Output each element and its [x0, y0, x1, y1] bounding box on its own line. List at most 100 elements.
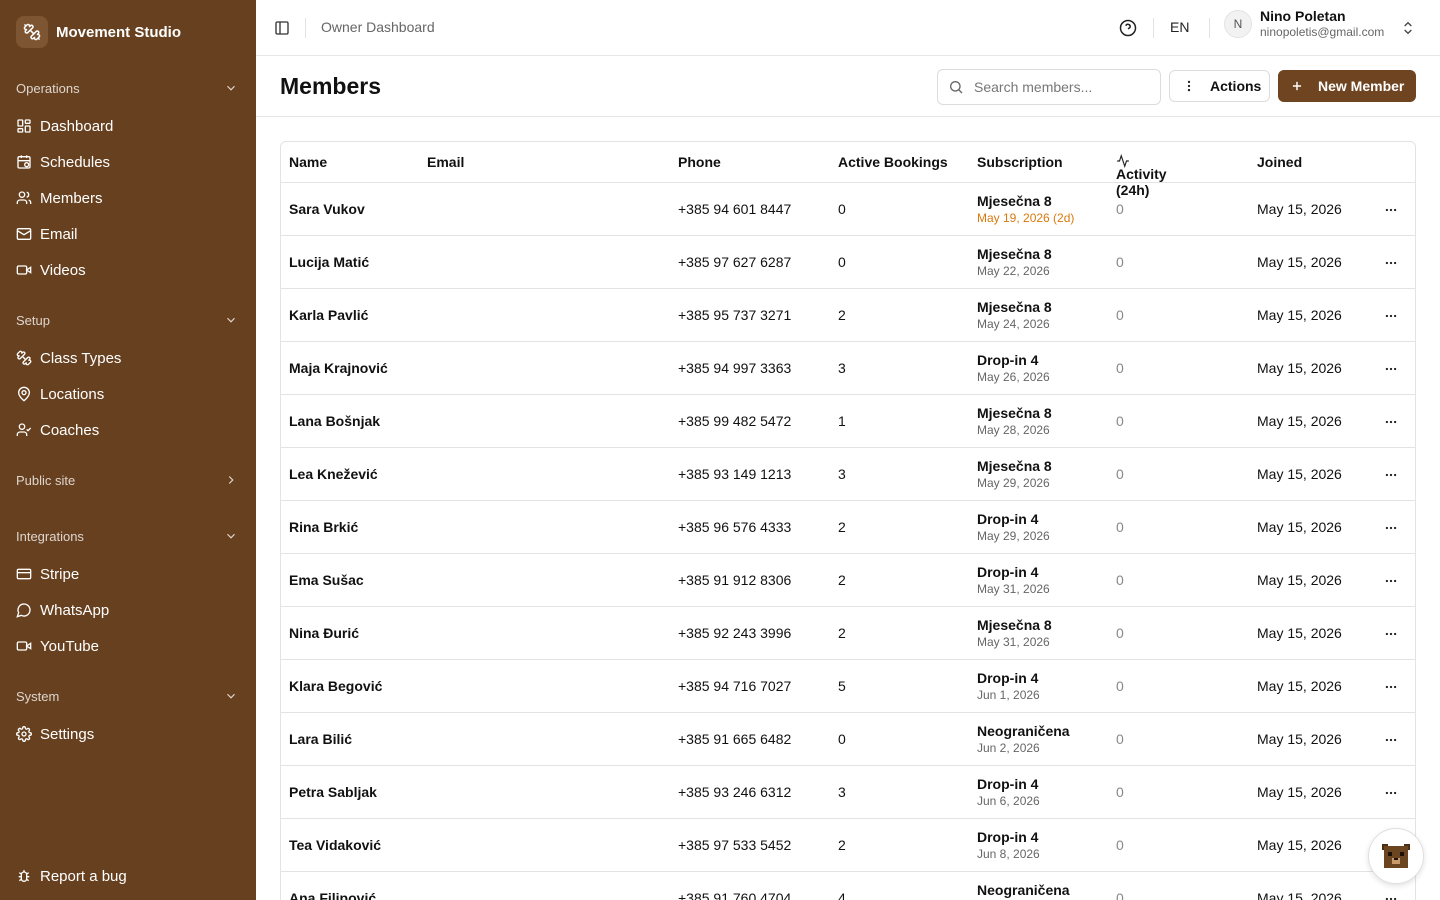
message-circle-icon	[16, 602, 32, 618]
subscription-date: May 26, 2026	[977, 370, 1050, 384]
row-menu-button[interactable]	[1383, 308, 1399, 324]
member-name[interactable]: Ema Sušac	[289, 572, 364, 588]
member-name[interactable]: Petra Sabljak	[289, 784, 377, 800]
new-member-label: New Member	[1318, 78, 1405, 94]
column-header-subscription[interactable]: Subscription	[977, 154, 1063, 170]
sidebar-toggle-button[interactable]	[272, 18, 292, 38]
member-name[interactable]: Ana Filipović	[289, 890, 376, 900]
member-active-bookings: 5	[838, 678, 846, 694]
section-header-operations[interactable]: Operations	[0, 76, 256, 100]
member-name[interactable]: Rina Brkić	[289, 519, 358, 535]
row-menu-button[interactable]	[1383, 467, 1399, 483]
more-horizontal-icon	[1385, 632, 1397, 636]
sidebar-item-videos[interactable]: Videos	[0, 252, 256, 288]
row-menu-button[interactable]	[1383, 891, 1399, 900]
member-name[interactable]: Karla Pavlić	[289, 307, 368, 323]
member-name[interactable]: Lana Bošnjak	[289, 413, 380, 429]
breadcrumb[interactable]: Owner Dashboard	[321, 19, 435, 35]
row-menu-button[interactable]	[1383, 255, 1399, 271]
actions-button[interactable]: Actions	[1169, 70, 1270, 102]
sidebar-item-members[interactable]: Members	[0, 180, 256, 216]
table-row[interactable]: Sara Vukov +385 94 601 8447 0 Mjesečna 8 May…	[281, 183, 1415, 236]
column-header-activity[interactable]: Activity (24h)	[1116, 154, 1167, 198]
member-name[interactable]: Tea Vidaković	[289, 837, 381, 853]
row-menu-button[interactable]	[1383, 361, 1399, 377]
subscription-date: Jun 2, 2026	[977, 741, 1040, 755]
subscription-plan: Drop-in 4	[977, 829, 1039, 845]
table-row[interactable]: Lara Bilić +385 91 665 6482 0 Neograničena J…	[281, 713, 1415, 766]
sidebar-item-label: Locations	[40, 385, 105, 403]
table-row[interactable]: Lea Knežević +385 93 149 1213 3 Mjesečna 8M…	[281, 448, 1415, 501]
sidebar-item-schedules[interactable]: Schedules	[0, 144, 256, 180]
user-menu[interactable]: N Nino Poletan ninopoletis@gmail.com	[1224, 8, 1412, 39]
row-menu-button[interactable]	[1383, 414, 1399, 430]
sidebar-item-youtube[interactable]: YouTube	[0, 628, 256, 664]
sidebar-item-stripe[interactable]: Stripe	[0, 556, 256, 592]
section-header-setup[interactable]: Setup	[0, 308, 256, 332]
table-row[interactable]: Karla Pavlić +385 95 737 3271 2 Mjesečna 8M…	[281, 289, 1415, 342]
table-row[interactable]: Petra Sabljak +385 93 246 6312 3 Drop-in 4 J…	[281, 766, 1415, 819]
subscription-plan: Mjesečna 8	[977, 246, 1052, 262]
search-box[interactable]	[937, 69, 1161, 105]
members-table: Name Email Phone Active Bookings Subscri…	[280, 141, 1416, 900]
table-row[interactable]: Klara Begović +385 94 716 7027 5 Drop-in 4 J…	[281, 660, 1415, 713]
table-row[interactable]: Nina Đurić +385 92 243 3996 2 Mjesečna 8 May…	[281, 607, 1415, 660]
section-header-system[interactable]: System	[0, 684, 256, 708]
column-header-phone[interactable]: Phone	[678, 154, 721, 170]
column-header-joined[interactable]: Joined	[1257, 154, 1302, 170]
sidebar-item-coaches[interactable]: Coaches	[0, 412, 256, 448]
section-header-integrations[interactable]: Integrations	[0, 524, 256, 548]
member-activity: 0	[1116, 890, 1124, 900]
member-name[interactable]: Lucija Matić	[289, 254, 369, 270]
member-name[interactable]: Klara Begović	[289, 678, 382, 694]
member-activity: 0	[1116, 466, 1124, 482]
member-name[interactable]: Nina Đurić	[289, 625, 359, 641]
column-header-active-bookings[interactable]: Active Bookings	[838, 154, 948, 170]
table-row[interactable]: Ana Filipović +385 91 760 4704 4 Neograniče…	[281, 872, 1415, 900]
brand[interactable]: Movement Studio	[0, 0, 256, 64]
table-row[interactable]: Rina Brkić +385 96 576 4333 2 Drop-in 4 May …	[281, 501, 1415, 554]
row-menu-button[interactable]	[1383, 202, 1399, 218]
member-subscription: Drop-in 4 May 26, 2026	[977, 352, 1050, 385]
sidebar-item-email[interactable]: Email	[0, 216, 256, 252]
row-menu-button[interactable]	[1383, 679, 1399, 695]
section-operations: Operations Dashboard Schedules Members E…	[0, 76, 256, 288]
search-input[interactable]	[974, 79, 1144, 95]
section-header-public-site[interactable]: Public site	[0, 468, 256, 492]
search-icon	[950, 81, 963, 94]
chevron-down-icon	[227, 693, 235, 699]
row-menu-button[interactable]	[1383, 626, 1399, 642]
table-row[interactable]: Maja Krajnović +385 94 997 3363 3 Drop-in 4…	[281, 342, 1415, 395]
member-name[interactable]: Lea Knežević	[289, 466, 378, 482]
assistant-button[interactable]	[1368, 828, 1424, 884]
sidebar-item-class-types[interactable]: Class Types	[0, 340, 256, 376]
sidebar-item-dashboard[interactable]: Dashboard	[0, 108, 256, 144]
member-activity: 0	[1116, 678, 1124, 694]
member-subscription: Drop-in 4 Jun 8, 2026	[977, 829, 1040, 862]
member-name[interactable]: Lara Bilić	[289, 731, 352, 747]
table-row[interactable]: Ema Sušac +385 91 912 8306 2 Drop-in 4 May 3…	[281, 554, 1415, 607]
section-title: Public site	[16, 472, 76, 488]
new-member-button[interactable]: New Member	[1278, 70, 1416, 102]
row-menu-button[interactable]	[1383, 732, 1399, 748]
table-row[interactable]: Lucija Matić +385 97 627 6287 0 Mjesečna 8M…	[281, 236, 1415, 289]
sidebar-item-settings[interactable]: Settings	[0, 716, 256, 752]
member-name[interactable]: Maja Krajnović	[289, 360, 388, 376]
table-row[interactable]: Tea Vidaković +385 97 533 5452 2 Drop-in 4 J…	[281, 819, 1415, 872]
row-menu-button[interactable]	[1383, 520, 1399, 536]
language-switcher[interactable]: EN	[1170, 19, 1189, 35]
member-name[interactable]: Sara Vukov	[289, 201, 365, 217]
row-menu-button[interactable]	[1383, 573, 1399, 589]
help-button[interactable]	[1118, 18, 1138, 38]
sidebar-item-whatsapp[interactable]: WhatsApp	[0, 592, 256, 628]
column-header-email[interactable]: Email	[427, 154, 464, 170]
column-header-name[interactable]: Name	[289, 154, 327, 170]
table-row[interactable]: Lana Bošnjak +385 99 482 5472 1 Mjesečna 8M…	[281, 395, 1415, 448]
subscription-date: May 28, 2026	[977, 423, 1050, 437]
row-menu-button[interactable]	[1383, 785, 1399, 801]
sidebar-item-locations[interactable]: Locations	[0, 376, 256, 412]
report-bug-button[interactable]: Report a bug	[0, 858, 256, 894]
member-phone: +385 91 665 6482	[678, 731, 792, 747]
map-pin-icon	[16, 386, 32, 402]
page-title: Members	[280, 73, 381, 99]
